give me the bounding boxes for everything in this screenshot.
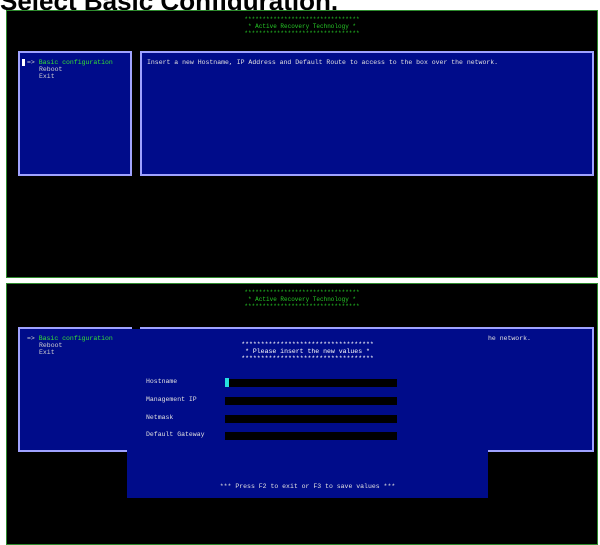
menu-panel: => Basic configuration Reboot Exit	[18, 51, 132, 176]
menu-item-reboot[interactable]: Reboot	[39, 66, 62, 73]
banner-border-bottom: ********************************	[244, 30, 360, 37]
description-text: Insert a new Hostname, IP Address and De…	[147, 59, 499, 66]
netmask-label: Netmask	[146, 414, 174, 421]
hostname-label: Hostname	[146, 378, 178, 385]
management-ip-input[interactable]	[225, 397, 397, 405]
description-panel: Insert a new Hostname, IP Address and De…	[140, 51, 594, 176]
dialog-border-top: **********************************	[241, 341, 374, 348]
menu-item-label: Basic configuration	[38, 335, 113, 342]
hostname-input[interactable]	[225, 379, 397, 387]
menu-item-exit[interactable]: Exit	[39, 349, 55, 356]
banner-title: * Active Recovery Technology *	[247, 23, 357, 30]
banner-border-top: ********************************	[244, 289, 360, 296]
menu-item-basic-configuration[interactable]: => Basic configuration	[27, 59, 113, 66]
menu-item-basic-configuration[interactable]: => Basic configuration	[27, 335, 113, 342]
dialog-border-bottom: **********************************	[241, 355, 374, 362]
selection-cursor	[22, 59, 25, 66]
banner-border-bottom: ********************************	[244, 303, 360, 310]
menu-arrow: =>	[27, 335, 35, 342]
terminal-screen-values-dialog: ******************************** * Activ…	[6, 283, 598, 545]
menu-item-label: Basic configuration	[38, 59, 113, 66]
menu-panel: => Basic configuration Reboot Exit	[18, 327, 132, 452]
values-dialog: ********************************** * Ple…	[127, 329, 488, 498]
text-cursor	[225, 378, 229, 387]
dialog-footer-hint: *** Press F2 to exit or F3 to save value…	[219, 483, 396, 490]
banner-border-top: ********************************	[244, 16, 360, 23]
menu-item-reboot[interactable]: Reboot	[39, 342, 62, 349]
menu-arrow: =>	[27, 59, 35, 66]
management-ip-label: Management IP	[146, 396, 197, 403]
terminal-screen-main-menu: ******************************** * Activ…	[6, 10, 598, 278]
default-gateway-input[interactable]	[225, 432, 397, 440]
default-gateway-label: Default Gateway	[146, 431, 205, 438]
menu-item-exit[interactable]: Exit	[39, 73, 55, 80]
netmask-input[interactable]	[225, 415, 397, 423]
banner-title: * Active Recovery Technology *	[247, 296, 357, 303]
description-text-partial: he network.	[488, 335, 531, 342]
dialog-title: * Please insert the new values *	[245, 348, 370, 355]
